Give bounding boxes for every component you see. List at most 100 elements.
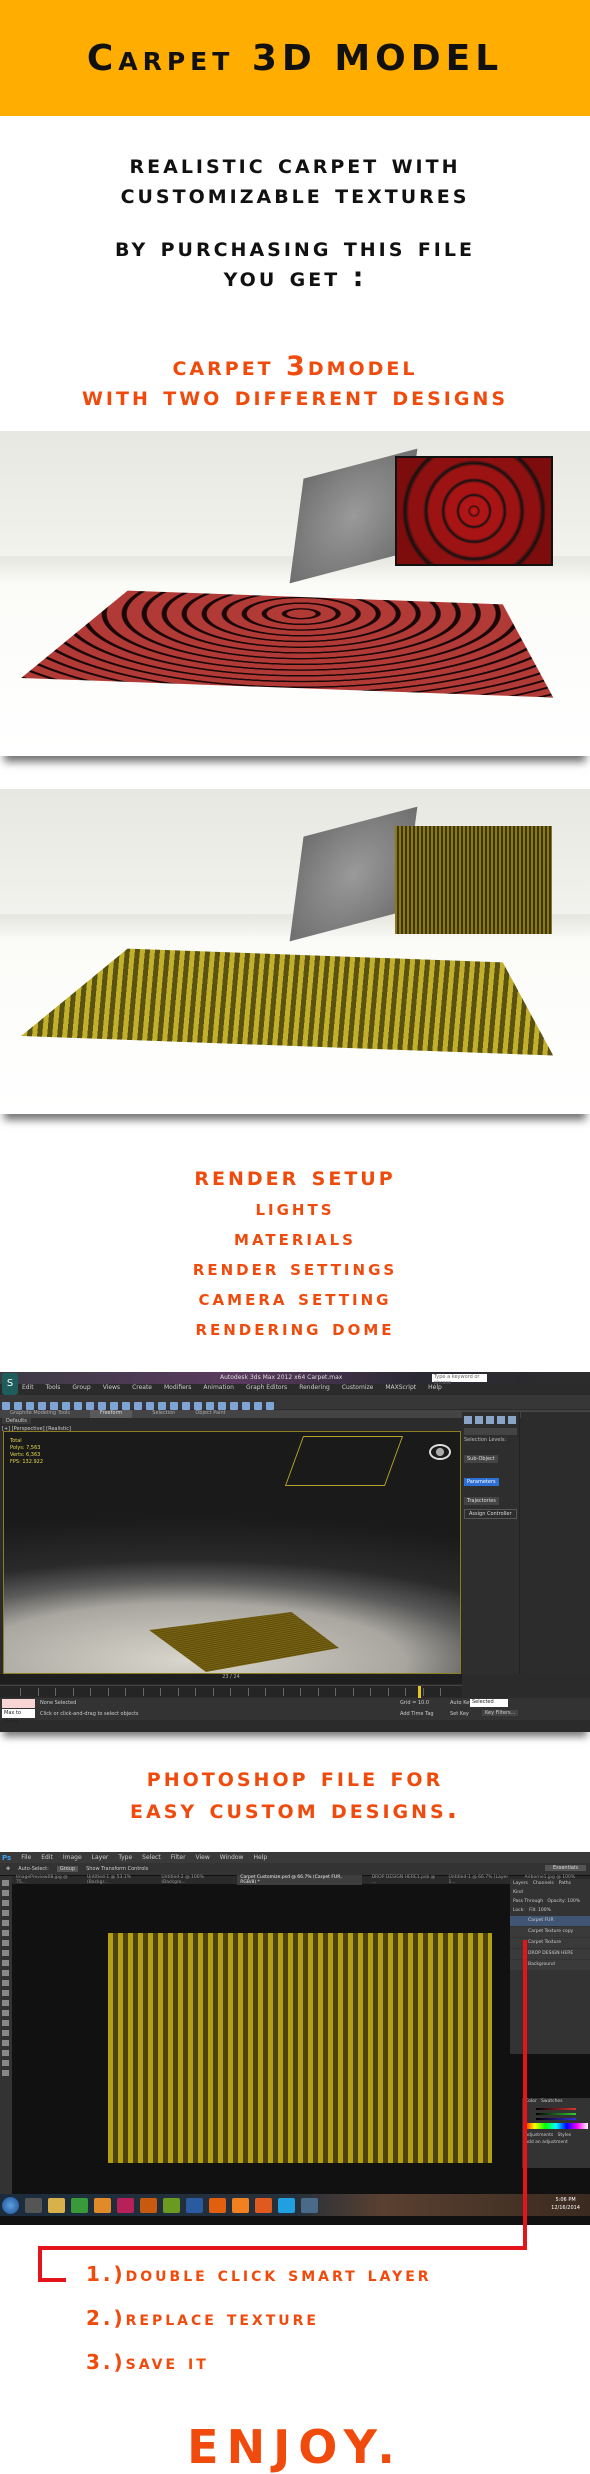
- hierarchy-tab-icon[interactable]: [486, 1416, 494, 1424]
- document-tab[interactable]: Untitled-1 @ 53.1% (Backgr...: [87, 1875, 151, 1885]
- mirror-icon[interactable]: [170, 1402, 178, 1410]
- render-frame-icon[interactable]: [254, 1402, 262, 1410]
- rect-select-icon[interactable]: [62, 1402, 70, 1410]
- 3ds-max-taskbar-icon[interactable]: [25, 2197, 42, 2213]
- start-button-icon[interactable]: [2, 2196, 19, 2214]
- parameters-button[interactable]: Parameters: [464, 1478, 499, 1486]
- ps-menu-item[interactable]: Select: [142, 1854, 161, 1861]
- pivot-icon[interactable]: [122, 1402, 130, 1410]
- ribbon-tab-active[interactable]: Freeform: [90, 1410, 133, 1418]
- schematic-icon[interactable]: [218, 1402, 226, 1410]
- muse-taskbar-icon[interactable]: [163, 2197, 180, 2213]
- zoom-tool[interactable]: [2, 2070, 9, 2076]
- select-by-name-icon[interactable]: [50, 1402, 58, 1410]
- eraser-tool[interactable]: [2, 1980, 9, 1986]
- blur-tool[interactable]: [2, 2000, 9, 2006]
- material-editor-icon[interactable]: [230, 1402, 238, 1410]
- path-select-tool[interactable]: [2, 2040, 9, 2046]
- rotate-icon[interactable]: [98, 1402, 106, 1410]
- healing-tool[interactable]: [2, 1940, 9, 1946]
- channels-tab[interactable]: Channels: [533, 1881, 554, 1886]
- viewport-carpet[interactable]: [149, 1612, 339, 1672]
- layers-tab[interactable]: Layers: [513, 1881, 528, 1886]
- document-tab[interactable]: Untitled-2 @ 100% (Backgro...: [161, 1875, 227, 1885]
- layer-icon[interactable]: [194, 1402, 202, 1410]
- ps-menu-item[interactable]: Type: [118, 1854, 132, 1861]
- align-icon[interactable]: [182, 1402, 190, 1410]
- maxscript-listener[interactable]: [2, 1699, 35, 1708]
- curve-editor-icon[interactable]: [206, 1402, 214, 1410]
- ps-menu-item[interactable]: Help: [253, 1854, 267, 1861]
- document-tab-active[interactable]: Carpet Customize.psd @ 66.7% (Carpet FUR…: [237, 1875, 362, 1885]
- move-icon[interactable]: [86, 1402, 94, 1410]
- ps-menu-item[interactable]: Layer: [92, 1854, 109, 1861]
- layer-filter-kind[interactable]: Kind: [513, 1890, 523, 1895]
- render-setup-icon[interactable]: [242, 1402, 250, 1410]
- media-taskbar-icon[interactable]: [94, 2197, 111, 2213]
- key-filters-button[interactable]: Key Filters...: [482, 1710, 519, 1716]
- skype-taskbar-icon[interactable]: [278, 2197, 295, 2213]
- object-name-field[interactable]: [464, 1428, 517, 1435]
- set-key-button[interactable]: Set Key: [450, 1711, 469, 1717]
- blend-mode-dropdown[interactable]: Pass Through: [513, 1899, 543, 1904]
- select-icon[interactable]: [38, 1402, 46, 1410]
- current-frame-marker[interactable]: [418, 1686, 421, 1698]
- unlink-icon[interactable]: [14, 1402, 22, 1410]
- styles-tab[interactable]: Styles: [557, 2133, 571, 2138]
- shape-tool[interactable]: [2, 2050, 9, 2056]
- document-tab[interactable]: DROP DESIGN HERE1.psb @ ...: [372, 1875, 439, 1885]
- max-menu-item[interactable]: MAXScript: [385, 1384, 416, 1394]
- vlc-taskbar-icon[interactable]: [232, 2197, 249, 2213]
- pen-tool[interactable]: [2, 2020, 9, 2026]
- add-time-tag[interactable]: Add Time Tag: [400, 1711, 434, 1717]
- bind-icon[interactable]: [26, 1402, 34, 1410]
- ps-menu-item[interactable]: Image: [63, 1854, 82, 1861]
- window-crossing-icon[interactable]: [74, 1402, 82, 1410]
- layer-row[interactable]: Carpet FUR: [510, 1916, 590, 1926]
- key-mode-select[interactable]: Selected: [470, 1699, 508, 1707]
- adjustments-tab[interactable]: Adjustments: [525, 2133, 553, 2138]
- document-tab[interactable]: Untitled-1 @ 66.7% (Layer 1...: [449, 1875, 515, 1885]
- office-taskbar-icon[interactable]: [209, 2197, 226, 2213]
- max-menu-item[interactable]: Create: [132, 1384, 152, 1394]
- max-menu-item[interactable]: Tools: [46, 1384, 61, 1394]
- layer-row[interactable]: Carpet Texture copy: [510, 1927, 590, 1937]
- auto-key-button[interactable]: Auto Key: [450, 1700, 472, 1706]
- auto-select-checkbox[interactable]: Auto-Select:: [18, 1866, 49, 1872]
- max-menu-item[interactable]: Group: [72, 1384, 90, 1394]
- layer-row[interactable]: Carpet Texture: [510, 1938, 590, 1948]
- firefox-taskbar-icon[interactable]: [255, 2197, 272, 2213]
- quick-select-tool[interactable]: [2, 1910, 9, 1916]
- paths-tab[interactable]: Paths: [559, 1881, 571, 1886]
- assign-controller-rollout[interactable]: Assign Controller: [464, 1509, 517, 1519]
- auto-select-target-dropdown[interactable]: Group: [56, 1866, 79, 1872]
- max-menu-item[interactable]: Modifiers: [164, 1384, 191, 1394]
- ps-menu-item[interactable]: Window: [220, 1854, 244, 1861]
- ps-menu-item[interactable]: File: [21, 1854, 31, 1861]
- sub-object-button[interactable]: Sub-Object: [464, 1455, 498, 1463]
- brush-tool[interactable]: [2, 1950, 9, 1956]
- percent-snap-icon[interactable]: [158, 1402, 166, 1410]
- photoshop-taskbar-icon[interactable]: [186, 2197, 203, 2213]
- max-menu-item[interactable]: Views: [103, 1384, 120, 1394]
- move-tool[interactable]: [2, 1880, 9, 1886]
- explorer-taskbar-icon[interactable]: [48, 2197, 65, 2213]
- color-spectrum[interactable]: [524, 2123, 588, 2129]
- stamp-tool[interactable]: [2, 1960, 9, 1966]
- max-menu-item[interactable]: Rendering: [299, 1384, 330, 1394]
- background-layer-row[interactable]: Background: [510, 1960, 590, 1970]
- ribbon-tab[interactable]: Selection: [152, 1410, 175, 1418]
- light-gizmo[interactable]: [284, 1436, 404, 1486]
- defaults-tab[interactable]: Defaults: [2, 1418, 31, 1424]
- modify-tab-icon[interactable]: [475, 1416, 483, 1424]
- snap-icon[interactable]: [134, 1402, 142, 1410]
- ribbon-tab[interactable]: Graphite Modeling Tools: [10, 1410, 70, 1418]
- time-slider[interactable]: 23 / 24: [0, 1674, 462, 1684]
- green-slider[interactable]: [536, 2113, 576, 2115]
- history-brush-tool[interactable]: [2, 1970, 9, 1976]
- hand-tool[interactable]: [2, 2060, 9, 2066]
- motion-tab-icon[interactable]: [497, 1416, 505, 1424]
- marquee-tool[interactable]: [2, 1890, 9, 1896]
- gradient-tool[interactable]: [2, 1990, 9, 1996]
- move-tool-icon[interactable]: ✥: [6, 1866, 10, 1872]
